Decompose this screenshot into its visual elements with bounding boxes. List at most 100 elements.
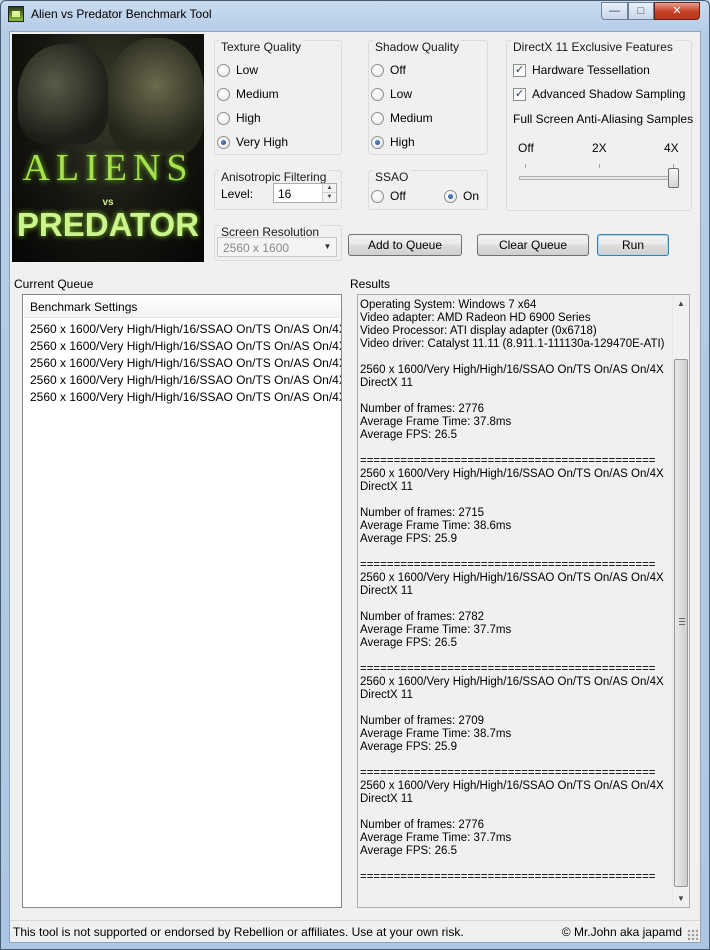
option-label: High [236, 111, 261, 125]
results-line: 2560 x 1600/Very High/High/16/SSAO On/TS… [360, 676, 664, 688]
queue-item[interactable]: 2560 x 1600/Very High/High/16/SSAO On/TS… [30, 390, 341, 407]
status-bar: This tool is not supported or endorsed b… [10, 920, 700, 942]
radio-button[interactable] [371, 87, 384, 101]
resolution-dropdown[interactable]: 2560 x 1600 ▼ [217, 237, 337, 257]
spin-up-icon[interactable]: ▲ [323, 184, 336, 193]
fsaa-slider-track[interactable] [519, 176, 679, 180]
dx11-features-group: DirectX 11 Exclusive Features ✓ Hardware… [506, 40, 693, 211]
close-button[interactable]: ✕ [654, 2, 700, 20]
texture-quality-group: Texture Quality Low Medium High Very Hig… [214, 40, 342, 155]
alien-artwork [18, 44, 108, 144]
results-line: Average Frame Time: 37.7ms [360, 832, 512, 844]
radio-button[interactable] [371, 189, 384, 203]
resize-grip-icon[interactable] [687, 929, 698, 940]
texture-option-low[interactable]: Low [217, 62, 258, 78]
level-value[interactable]: 16 [278, 187, 291, 201]
dx11-features-title: DirectX 11 Exclusive Features [511, 40, 675, 54]
checkbox-label: Advanced Shadow Sampling [532, 87, 686, 101]
option-label: On [463, 189, 480, 203]
radio-button[interactable] [217, 87, 230, 101]
predator-artwork [108, 38, 204, 156]
fsaa-tick-4x: 4X [664, 141, 679, 155]
results-line: DirectX 11 [360, 481, 413, 493]
queue-item[interactable]: 2560 x 1600/Very High/High/16/SSAO On/TS… [30, 373, 341, 390]
results-textbox[interactable]: Operating System: Windows 7 x64 Video ada… [357, 294, 690, 908]
check-mark-icon[interactable]: ✓ [513, 63, 526, 77]
fsaa-slider-thumb[interactable] [668, 168, 679, 188]
resolution-value: 2560 x 1600 [223, 241, 290, 255]
results-line: Average FPS: 25.9 [360, 533, 457, 545]
spin-buttons[interactable]: ▲ ▼ [322, 184, 336, 202]
results-line: ========================================… [360, 871, 656, 883]
results-line: Operating System: Windows 7 x64 [360, 299, 537, 311]
texture-quality-title: Texture Quality [219, 40, 304, 54]
results-line: Video Processor: ATI display adapter (0x… [360, 325, 597, 337]
option-label: Very High [236, 135, 289, 149]
scroll-up-icon[interactable]: ▲ [673, 295, 689, 312]
texture-option-high[interactable]: High [217, 110, 261, 126]
chevron-down-icon[interactable]: ▼ [319, 238, 336, 256]
spin-down-icon[interactable]: ▼ [323, 193, 336, 202]
texture-option-very-high[interactable]: Very High [217, 134, 288, 150]
results-line: Average FPS: 25.9 [360, 741, 457, 753]
current-queue-label: Current Queue [14, 277, 94, 291]
maximize-button[interactable]: □ [628, 2, 654, 20]
queue-item[interactable]: 2560 x 1600/Very High/High/16/SSAO On/TS… [30, 322, 341, 339]
window-title: Alien vs Predator Benchmark Tool [31, 7, 212, 21]
results-line: Video driver: Catalyst 11.11 (8.911.1-11… [360, 338, 665, 350]
queue-item[interactable]: 2560 x 1600/Very High/High/16/SSAO On/TS… [30, 356, 341, 373]
texture-option-medium[interactable]: Medium [217, 86, 279, 102]
results-line: Number of frames: 2776 [360, 403, 485, 415]
app-icon [8, 6, 24, 22]
client-area: ALIENS vs PREDATOR Texture Quality Low M… [9, 31, 701, 943]
radio-button-selected[interactable] [444, 189, 457, 203]
shadow-option-low[interactable]: Low [371, 86, 412, 102]
column-header-label: Benchmark Settings [30, 300, 138, 314]
results-line: Number of frames: 2715 [360, 507, 485, 519]
results-line: ========================================… [360, 559, 656, 571]
results-line: 2560 x 1600/Very High/High/16/SSAO On/TS… [360, 572, 664, 584]
queue-item[interactable]: 2560 x 1600/Very High/High/16/SSAO On/TS… [30, 339, 341, 356]
results-scrollbar[interactable]: ▲ ▼ [672, 295, 689, 907]
radio-button[interactable] [217, 63, 230, 77]
ssao-option-off[interactable]: Off [371, 188, 406, 204]
anisotropic-filtering-title: Anisotropic Filtering [219, 170, 329, 184]
results-line: DirectX 11 [360, 689, 413, 701]
radio-button-selected[interactable] [371, 135, 384, 149]
slider-tick [525, 164, 526, 168]
fsaa-tick-2x: 2X [592, 141, 607, 155]
anisotropic-level-stepper[interactable]: 16 ▲ ▼ [273, 183, 337, 203]
results-line: Average Frame Time: 37.8ms [360, 416, 512, 428]
results-line: Average Frame Time: 37.7ms [360, 624, 512, 636]
shadow-option-high[interactable]: High [371, 134, 415, 150]
radio-button[interactable] [371, 111, 384, 125]
shadow-option-medium[interactable]: Medium [371, 110, 433, 126]
minimize-button[interactable]: — [601, 2, 628, 20]
option-label: Low [236, 63, 259, 77]
clear-queue-button[interactable]: Clear Queue [477, 234, 589, 256]
title-bar[interactable]: Alien vs Predator Benchmark Tool — □ ✕ [1, 1, 709, 27]
results-line: Average Frame Time: 38.6ms [360, 520, 512, 532]
scroll-down-icon[interactable]: ▼ [673, 890, 689, 907]
logo-aliens-text: ALIENS [22, 147, 194, 189]
queue-column-header[interactable]: Benchmark Settings [24, 296, 340, 318]
run-button[interactable]: Run [597, 234, 669, 256]
hardware-tessellation-checkbox[interactable]: ✓ Hardware Tessellation [513, 62, 650, 78]
scrollbar-thumb[interactable] [674, 359, 688, 887]
advanced-shadow-sampling-checkbox[interactable]: ✓ Advanced Shadow Sampling [513, 86, 685, 102]
radio-button[interactable] [371, 63, 384, 77]
ssao-title: SSAO [373, 170, 411, 184]
radio-button-selected[interactable] [217, 135, 230, 149]
add-to-queue-button[interactable]: Add to Queue [348, 234, 462, 256]
results-line: Video adapter: AMD Radeon HD 6900 Series [360, 312, 591, 324]
ssao-option-on[interactable]: On [444, 188, 479, 204]
level-label: Level: [221, 187, 254, 201]
queue-list[interactable]: Benchmark Settings 2560 x 1600/Very High… [22, 294, 342, 908]
check-mark-icon[interactable]: ✓ [513, 87, 526, 101]
results-line: Number of frames: 2782 [360, 611, 485, 623]
app-window: Alien vs Predator Benchmark Tool — □ ✕ A… [0, 0, 710, 950]
radio-button[interactable] [217, 111, 230, 125]
credit-text: © Mr.John aka japamd [561, 925, 682, 939]
results-line: Average FPS: 26.5 [360, 637, 457, 649]
shadow-option-off[interactable]: Off [371, 62, 406, 78]
